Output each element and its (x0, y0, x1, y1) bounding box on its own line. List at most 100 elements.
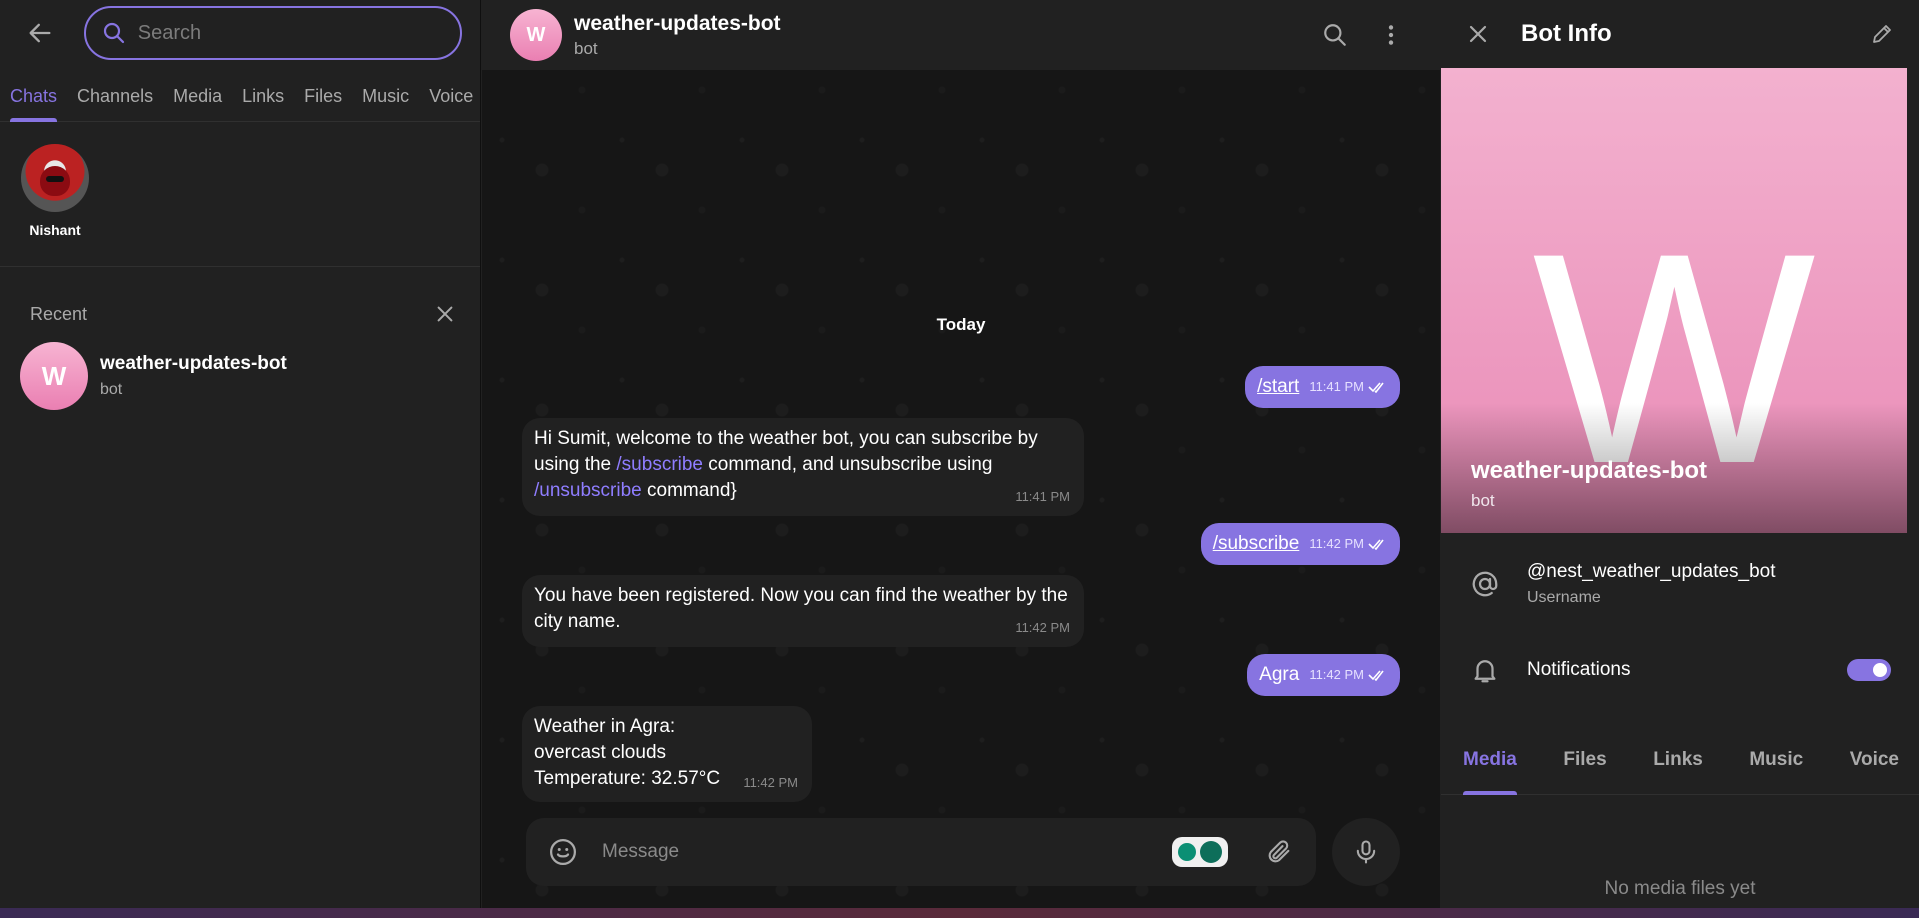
message-composer (526, 818, 1316, 886)
recent-chat-item[interactable]: W weather-updates-bot bot (0, 333, 480, 419)
search-icon (103, 22, 124, 44)
message-time: 11:42 PM (1309, 667, 1364, 682)
chat-subtitle: bot (574, 38, 598, 58)
telegram-app: Chats Channels Media Links Files Music V… (0, 0, 1919, 918)
person-nishant[interactable]: Nishant (20, 144, 90, 238)
shared-media-tabs: Media Files Links Music Voice (1441, 727, 1919, 795)
tab-voice[interactable]: Voice (1850, 727, 1899, 795)
notifications-label: Notifications (1527, 659, 1631, 680)
tab-media[interactable]: Media (173, 66, 222, 122)
tab-channels[interactable]: Channels (77, 66, 153, 122)
more-vertical-icon (1388, 25, 1394, 45)
message-time: 11:41 PM (1309, 379, 1364, 394)
message-text: Agra (1259, 664, 1300, 685)
message-time: 11:42 PM (1309, 536, 1364, 551)
emoji-button[interactable] (542, 831, 584, 873)
panel-title: Bot Info (1521, 20, 1612, 47)
bell-icon (1474, 660, 1496, 683)
left-sidebar: Chats Channels Media Links Files Music V… (0, 0, 481, 908)
command-link[interactable]: /subscribe (616, 454, 703, 475)
message-text-part: command, and unsubscribe using (703, 454, 993, 475)
notifications-toggle[interactable] (1847, 659, 1891, 681)
date-separator: Today (482, 315, 1440, 335)
at-icon (1472, 571, 1498, 597)
profile-avatar-large[interactable]: W weather-updates-bot bot (1441, 68, 1907, 533)
back-arrow-icon (29, 23, 51, 43)
message-text: You have been registered. Now you can fi… (534, 585, 1068, 632)
mic-icon (1356, 840, 1376, 864)
chat-area: W weather-updates-bot bot Today /start 1… (482, 0, 1440, 908)
message-outgoing[interactable]: Agra 11:42 PM (1247, 654, 1400, 696)
tab-links[interactable]: Links (1653, 727, 1703, 795)
top-people: Nishant (0, 122, 480, 267)
tab-music[interactable]: Music (362, 66, 409, 122)
close-icon (1469, 25, 1487, 43)
search-bar-row (0, 0, 480, 66)
tab-voice[interactable]: Voice (429, 66, 473, 122)
extension-badge[interactable] (1172, 837, 1228, 867)
close-panel-button[interactable] (1457, 13, 1499, 55)
chat-subtitle: bot (100, 381, 123, 398)
chat-title: weather-updates-bot (574, 11, 781, 35)
message-line: Weather in Agra: (534, 716, 676, 737)
avatar[interactable]: W (510, 9, 562, 61)
avatar (21, 144, 89, 212)
date-label: Today (936, 315, 986, 334)
username-row[interactable]: @nest_weather_updates_bot Username (1441, 541, 1919, 627)
clear-recent-button[interactable] (424, 293, 466, 335)
message-incoming[interactable]: You have been registered. Now you can fi… (522, 575, 1084, 647)
message-incoming[interactable]: Weather in Agra: overcast clouds Tempera… (522, 706, 812, 802)
tab-chats[interactable]: Chats (10, 66, 58, 122)
avatar: W (20, 342, 88, 410)
back-button[interactable] (18, 11, 62, 55)
message-outgoing[interactable]: /subscribe 11:42 PM (1200, 523, 1400, 565)
command-link[interactable]: /unsubscribe (534, 480, 642, 501)
search-icon (1324, 24, 1346, 46)
bulb-icon (1178, 843, 1196, 861)
empty-media-text: No media files yet (1604, 878, 1756, 899)
message-text-part: command} (641, 480, 737, 501)
tab-media[interactable]: Media (1463, 727, 1517, 795)
voice-record-button[interactable] (1332, 818, 1400, 886)
message-text[interactable]: /start (1257, 374, 1299, 400)
edit-icon (1873, 25, 1891, 43)
message-outgoing[interactable]: /start 11:41 PM (1245, 366, 1400, 408)
more-button[interactable] (1370, 14, 1412, 56)
tab-files[interactable]: Files (304, 66, 342, 122)
profile-name: weather-updates-bot (1471, 457, 1708, 484)
os-taskbar-strip (0, 908, 1919, 918)
double-check-icon (1368, 670, 1384, 681)
bot-info-panel: Bot Info W weather-updates-bot bot @nest… (1441, 0, 1919, 908)
close-icon (437, 306, 453, 322)
recent-label: Recent (30, 303, 88, 324)
chat-header[interactable]: W weather-updates-bot bot (482, 0, 1440, 70)
recent-header: Recent (0, 267, 480, 333)
bot-info-header: Bot Info (1441, 0, 1919, 68)
search-input[interactable] (137, 21, 438, 45)
chat-name: weather-updates-bot (100, 353, 287, 374)
message-text: Hi Sumit, welcome to the weather bot, yo… (534, 426, 1072, 504)
message-line: overcast clouds (534, 742, 667, 763)
message-input[interactable] (602, 841, 1172, 863)
emoji-icon (550, 839, 576, 865)
grammar-icon (1200, 841, 1222, 863)
chat-search-button[interactable] (1314, 14, 1356, 56)
message-incoming[interactable]: Hi Sumit, welcome to the weather bot, yo… (522, 418, 1084, 516)
message-time: 11:41 PM (1015, 489, 1070, 504)
tab-files[interactable]: Files (1563, 727, 1606, 795)
attach-icon (1268, 840, 1290, 863)
search-box[interactable] (83, 6, 462, 60)
username-label: Username (1527, 589, 1601, 606)
message-text[interactable]: /subscribe (1213, 531, 1300, 557)
username-value: @nest_weather_updates_bot (1527, 561, 1776, 582)
message-time: 11:42 PM (743, 775, 798, 790)
profile-subtitle: bot (1471, 491, 1495, 510)
notifications-row[interactable]: Notifications (1441, 627, 1919, 713)
edit-button[interactable] (1861, 13, 1903, 55)
tab-links[interactable]: Links (242, 66, 284, 122)
tab-music[interactable]: Music (1749, 727, 1803, 795)
search-filter-tabs: Chats Channels Media Links Files Music V… (0, 66, 480, 122)
message-time: 11:42 PM (1015, 620, 1070, 635)
attach-button[interactable] (1258, 831, 1300, 873)
person-name: Nishant (29, 222, 81, 238)
